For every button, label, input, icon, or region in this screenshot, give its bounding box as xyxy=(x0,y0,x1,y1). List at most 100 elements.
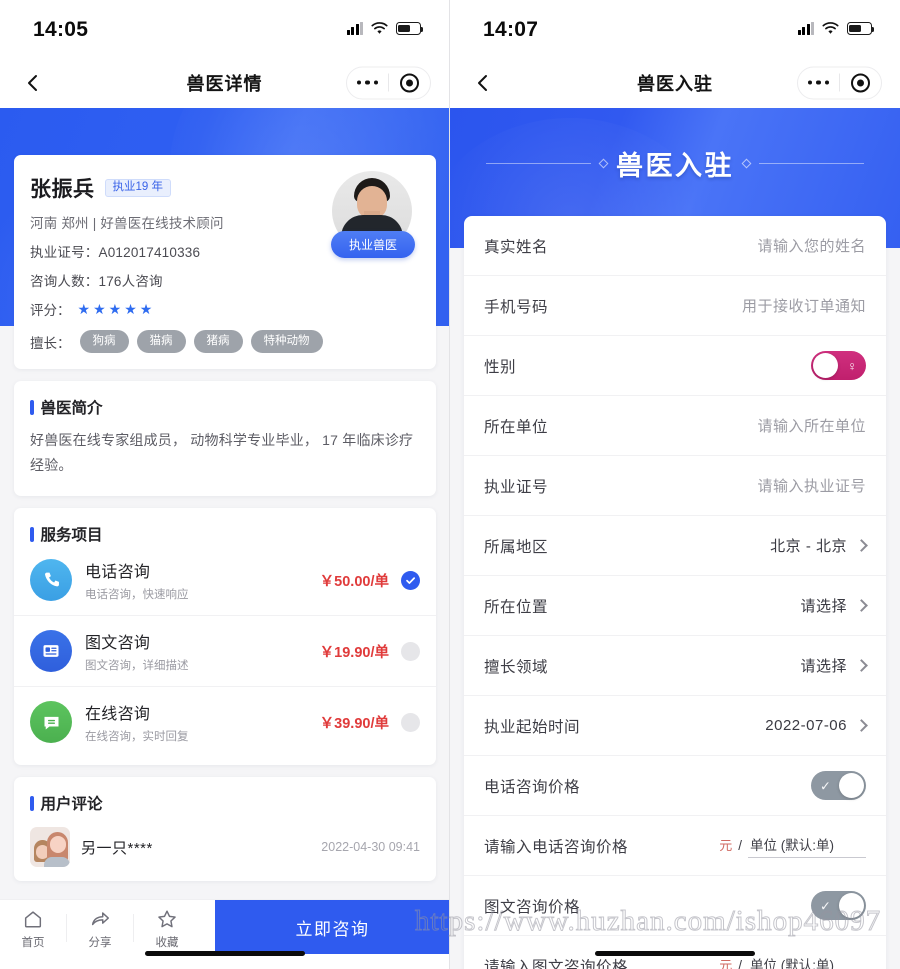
chevron-right-icon xyxy=(855,539,868,552)
service-price: ￥19.90/单 xyxy=(319,644,389,661)
consult-value: 176人咨询 xyxy=(98,274,163,289)
nav-bar-right: 兽医入驻 xyxy=(450,57,900,108)
service-row-chat[interactable]: 在线咨询 在线咨询，实时回复 ￥39.90/单 xyxy=(14,687,436,757)
diamond-ornament-icon xyxy=(598,158,609,169)
cellular-signal-icon xyxy=(797,22,814,35)
phone-icon xyxy=(30,559,72,602)
service-row-phone[interactable]: 电话咨询 电话咨询，快速响应 ￥50.00/单 xyxy=(14,545,436,617)
start-date-value: 2022-07-06 xyxy=(765,717,847,734)
article-price-input[interactable]: 请输入图文咨询价格 xyxy=(484,955,628,969)
status-indicators xyxy=(346,22,424,35)
status-indicators xyxy=(797,22,875,35)
article-price-toggle[interactable]: ✓ xyxy=(811,891,866,920)
toggle-knob xyxy=(839,773,864,798)
target-icon[interactable] xyxy=(840,73,881,92)
gender-toggle[interactable]: ♀ xyxy=(811,351,866,380)
wifi-icon xyxy=(822,22,839,35)
form-row-phone-price-input[interactable]: 请输入电话咨询价格 元 / 单位 (默认:单) xyxy=(464,816,886,876)
slash-label: / xyxy=(738,837,742,853)
commenter-avatar xyxy=(30,827,70,868)
article-icon xyxy=(30,630,72,673)
target-icon[interactable] xyxy=(389,73,430,92)
form-row-phone-price-toggle[interactable]: 电话咨询价格 ✓ xyxy=(464,756,886,816)
form-row-article-price-toggle[interactable]: 图文咨询价格 ✓ xyxy=(464,876,886,936)
article-unit-input[interactable]: 单位 (默认:单) xyxy=(748,954,866,969)
tab-home[interactable]: 首页 xyxy=(0,900,66,950)
mini-program-capsule[interactable] xyxy=(797,66,882,99)
status-bar-right: 14:07 xyxy=(450,0,900,57)
phone-price-input[interactable]: 请输入电话咨询价格 xyxy=(484,835,628,857)
banner-title: 兽医入驻 xyxy=(616,151,734,181)
chat-icon xyxy=(30,701,72,744)
service-select-checkbox[interactable] xyxy=(401,712,420,732)
field-label: 电话咨询价格 xyxy=(484,778,581,796)
form-row-start-date[interactable]: 执业起始时间 2022-07-06 xyxy=(464,696,886,756)
form-row-license[interactable]: 执业证号 请输入执业证号 xyxy=(464,456,886,516)
status-bar-left: 14:05 xyxy=(0,0,449,57)
tab-favorite[interactable]: 收藏 xyxy=(134,900,200,950)
tab-favorite-label: 收藏 xyxy=(155,937,179,949)
real-name-input[interactable]: 请输入您的姓名 xyxy=(757,235,866,256)
screen-vet-registration: 14:07 兽医入驻 兽医入驻 真实姓名 请输入您的姓名 手机号码 用于接收订单… xyxy=(450,0,900,969)
cellular-signal-icon xyxy=(346,22,363,35)
form-row-location[interactable]: 所在位置 请选择 xyxy=(464,576,886,636)
phone-input[interactable]: 用于接收订单通知 xyxy=(742,295,866,316)
form-row-region[interactable]: 所属地区 北京 - 北京 xyxy=(464,516,886,576)
back-button[interactable] xyxy=(472,72,494,94)
service-name: 图文咨询 xyxy=(85,635,151,653)
form-row-expertise[interactable]: 擅长领域 请选择 xyxy=(464,636,886,696)
service-desc: 在线咨询，实时回复 xyxy=(85,731,189,744)
form-row-real-name[interactable]: 真实姓名 请输入您的姓名 xyxy=(464,216,886,276)
back-button[interactable] xyxy=(22,72,44,94)
battery-icon xyxy=(847,22,875,35)
form-row-phone[interactable]: 手机号码 用于接收订单通知 xyxy=(464,276,886,336)
banner-line-right xyxy=(759,163,864,164)
tab-share-label: 分享 xyxy=(88,937,112,949)
tab-share[interactable]: 分享 xyxy=(67,900,133,950)
service-select-checkbox[interactable] xyxy=(401,570,420,590)
banner-line-left xyxy=(486,163,591,164)
chevron-right-icon xyxy=(855,719,868,732)
service-row-article[interactable]: 图文咨询 图文咨询，详细描述 ￥19.90/单 xyxy=(14,616,436,688)
license-value: A012017410336 xyxy=(98,245,201,260)
comment-item: 另一只**** 2022-04-30 09:41 xyxy=(30,827,420,868)
status-time: 14:07 xyxy=(483,18,539,41)
mini-program-capsule[interactable] xyxy=(346,66,431,99)
service-name: 电话咨询 xyxy=(85,564,151,582)
field-label: 真实姓名 xyxy=(484,238,549,256)
form-row-organization[interactable]: 所在单位 请输入所在单位 xyxy=(464,396,886,456)
battery-icon xyxy=(396,22,424,35)
home-indicator xyxy=(595,950,755,956)
consult-now-button[interactable]: 立即咨询 xyxy=(215,900,449,954)
nav-bar-left: 兽医详情 xyxy=(0,57,449,108)
phone-unit-input[interactable]: 单位 (默认:单) xyxy=(748,834,866,858)
left-scroll-body[interactable]: 张振兵 执业19 年 河南 郑州 | 好兽医在线技术顾问 执业证号：A01201… xyxy=(0,108,449,969)
doctor-rating: 评分： ★ ★ ★ ★ ★ xyxy=(30,299,420,319)
service-select-checkbox[interactable] xyxy=(401,641,420,661)
commenter-name: 另一只**** xyxy=(81,839,153,857)
toggle-knob xyxy=(839,893,864,918)
specialty-chip: 猪病 xyxy=(193,330,243,354)
license-input[interactable]: 请输入执业证号 xyxy=(757,475,866,496)
phone-price-unit-group: 元 / 单位 (默认:单) xyxy=(719,834,866,858)
more-dots-icon[interactable] xyxy=(798,80,839,85)
services-section-title: 服务项目 xyxy=(14,523,436,545)
phone-price-toggle[interactable]: ✓ xyxy=(811,771,866,800)
user-comments-card: 用户评论 另一只**** 2022-04-30 09:41 xyxy=(14,777,436,882)
doctor-name: 张振兵 xyxy=(30,178,95,201)
check-icon: ✓ xyxy=(820,778,831,793)
more-dots-icon[interactable] xyxy=(347,80,388,85)
bio-section-title: 兽医简介 xyxy=(30,396,420,418)
field-label: 擅长领域 xyxy=(484,658,549,676)
specialty-label: 擅长： xyxy=(30,335,71,351)
star-icon: ★ xyxy=(124,301,137,317)
organization-input[interactable]: 请输入所在单位 xyxy=(757,415,866,436)
service-text: 图文咨询 图文咨询，详细描述 xyxy=(85,629,320,673)
form-row-gender[interactable]: 性别 ♀ xyxy=(464,336,886,396)
field-label: 图文咨询价格 xyxy=(484,898,581,916)
specialty-chip: 狗病 xyxy=(79,330,129,354)
toggle-knob xyxy=(813,353,838,378)
bottom-action-bar: 首页 分享 收藏 立即咨询 xyxy=(0,899,449,969)
female-symbol-icon: ♀ xyxy=(847,358,857,373)
expertise-value: 请选择 xyxy=(800,658,847,675)
